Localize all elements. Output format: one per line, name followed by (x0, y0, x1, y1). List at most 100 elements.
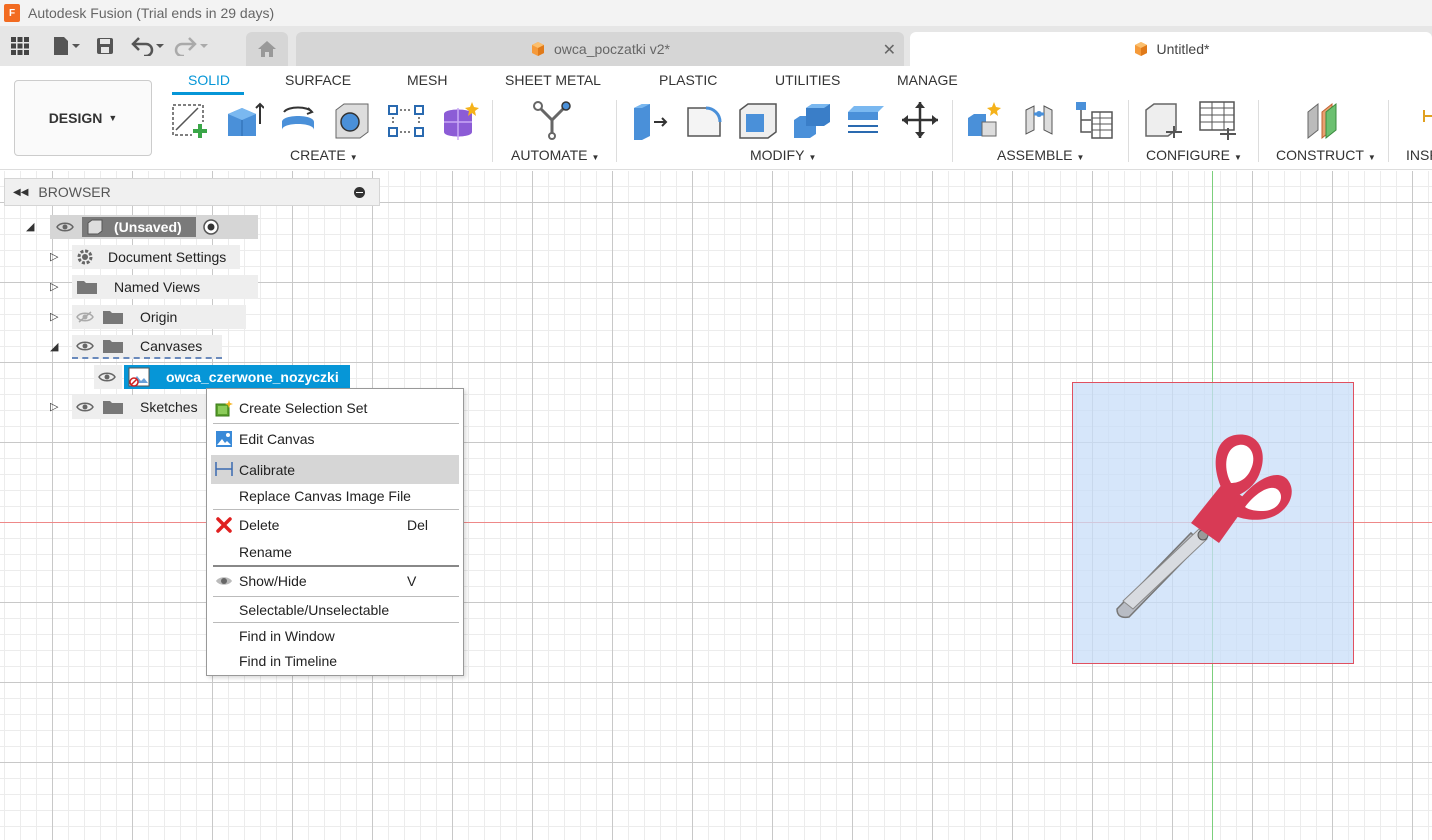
scissors-icon (1116, 434, 1292, 619)
quick-access-toolbar (0, 26, 210, 66)
folder-icon (103, 401, 123, 414)
expand-triangle-icon[interactable]: ▷ (50, 311, 60, 323)
expand-triangle-icon[interactable]: ▷ (50, 251, 60, 263)
fusion-logo-icon: F (4, 4, 20, 22)
minimize-panel-icon[interactable] (354, 187, 365, 198)
hole-icon[interactable] (332, 100, 372, 140)
root-node: (Unsaved) (50, 215, 258, 239)
offset-plane-icon[interactable] (1304, 100, 1344, 140)
create-menu[interactable]: CREATE ▼ (290, 147, 358, 163)
browser-item-label: Sketches (140, 399, 198, 415)
revolve-icon[interactable] (278, 100, 318, 140)
joint-icon[interactable] (1020, 100, 1060, 140)
root-label-block: (Unsaved) (82, 217, 196, 237)
menu-item-replace-canvas-image[interactable]: Replace Canvas Image File (211, 483, 459, 509)
undo-button[interactable] (130, 32, 166, 60)
replace-face-icon[interactable] (846, 100, 886, 140)
eye-icon[interactable] (56, 221, 74, 233)
eye-icon[interactable] (76, 340, 94, 352)
combine-icon[interactable] (792, 100, 832, 140)
browser-panel-header[interactable]: ◀◀ BROWSER (4, 178, 380, 206)
chevron-down-icon: ▼ (349, 153, 358, 162)
eye-icon[interactable] (98, 371, 116, 383)
canvases-node: Canvases (72, 335, 222, 359)
data-panel-button[interactable] (10, 32, 30, 60)
measure-icon[interactable] (1420, 100, 1432, 140)
expand-triangle-icon[interactable]: ▷ (50, 281, 60, 293)
eye-icon[interactable] (76, 401, 94, 413)
pattern-icon[interactable] (386, 100, 426, 140)
inspect-menu[interactable]: INSP (1406, 147, 1432, 163)
chevron-down-icon: ▼ (591, 153, 600, 162)
move-copy-icon[interactable] (900, 100, 940, 140)
create-sketch-icon[interactable] (170, 100, 210, 140)
fillet-icon[interactable] (684, 100, 724, 140)
modify-menu[interactable]: MODIFY ▼ (750, 147, 816, 163)
eye-hidden-icon[interactable] (76, 311, 94, 323)
tab-solid[interactable]: SOLID (188, 72, 230, 88)
chevron-down-icon: ▼ (808, 153, 817, 162)
activate-radio-icon[interactable] (202, 218, 220, 236)
document-settings-node: Document Settings (72, 245, 240, 269)
browser-item-label: owca_czerwone_nozyczki (166, 369, 339, 385)
undo-icon (131, 37, 164, 56)
menu-item-delete[interactable]: Delete Del (211, 512, 459, 538)
document-tab-untitled[interactable]: Untitled* (910, 32, 1432, 66)
configuration-table-icon[interactable] (1198, 100, 1238, 140)
shell-icon[interactable] (738, 100, 778, 140)
menu-item-rename[interactable]: Rename (211, 539, 459, 565)
expand-triangle-icon[interactable]: ▷ (50, 401, 60, 413)
menu-item-find-in-window[interactable]: Find in Window (211, 623, 459, 649)
automate-icon[interactable] (532, 100, 572, 140)
press-pull-icon[interactable] (630, 100, 670, 140)
grid-icon (11, 37, 29, 55)
canvas-image-scissors[interactable] (1072, 382, 1354, 664)
browser-item-label: Origin (140, 309, 178, 325)
menu-item-create-selection-set[interactable]: Create Selection Set (211, 395, 459, 421)
canvas-eye-wrap (94, 365, 122, 389)
ribbon-divider (952, 100, 953, 162)
sketches-node: Sketches (72, 395, 206, 419)
menu-item-show-hide[interactable]: Show/Hide V (211, 568, 459, 594)
orange-cube-icon (1134, 42, 1147, 56)
form-icon[interactable] (440, 100, 480, 140)
save-button[interactable] (96, 32, 114, 60)
close-icon[interactable]: ✕ (883, 40, 896, 60)
tab-utilities[interactable]: UTILITIES (775, 72, 840, 88)
file-menu-button[interactable] (52, 32, 82, 60)
configure-icon[interactable] (1144, 100, 1184, 140)
new-component-icon[interactable] (966, 100, 1006, 140)
tab-plastic[interactable]: PLASTIC (659, 72, 717, 88)
chevron-down-icon: ▼ (108, 113, 118, 123)
assemble-menu[interactable]: ASSEMBLE ▼ (997, 147, 1084, 163)
tab-mesh[interactable]: MESH (407, 72, 447, 88)
bill-of-materials-icon[interactable] (1074, 100, 1114, 140)
menu-item-label: Delete (239, 517, 280, 533)
tab-manage[interactable]: MANAGE (897, 72, 958, 88)
collapse-triangle-icon[interactable]: ◢ (50, 341, 60, 353)
menu-separator (213, 565, 459, 567)
automate-menu[interactable]: AUTOMATE ▼ (511, 147, 599, 163)
menu-separator (213, 423, 459, 424)
workspace-switcher-button[interactable]: DESIGN ▼ (14, 80, 152, 156)
delete-icon (216, 517, 232, 533)
collapse-panel-icon[interactable]: ◀◀ (13, 187, 28, 198)
menu-item-edit-canvas[interactable]: Edit Canvas (211, 426, 459, 452)
document-tab-label: owca_poczatki v2* (554, 41, 670, 57)
configure-menu[interactable]: CONFIGURE ▼ (1146, 147, 1242, 163)
extrude-icon[interactable] (224, 100, 264, 140)
canvas-image-icon (128, 367, 150, 387)
collapse-triangle-icon[interactable]: ◢ (26, 221, 36, 233)
edit-canvas-icon (216, 431, 232, 447)
tab-sheet-metal[interactable]: SHEET METAL (505, 72, 601, 88)
menu-item-selectable-unselectable[interactable]: Selectable/Unselectable (211, 597, 459, 623)
redo-button[interactable] (174, 32, 210, 60)
menu-item-find-in-timeline[interactable]: Find in Timeline (211, 648, 459, 674)
menu-item-shortcut: V (407, 573, 417, 589)
tab-surface[interactable]: SURFACE (285, 72, 351, 88)
home-tab[interactable] (246, 32, 288, 66)
menu-item-calibrate[interactable]: Calibrate (211, 455, 459, 484)
document-tab-owca[interactable]: owca_poczatki v2* ✕ (296, 32, 904, 66)
construct-menu[interactable]: CONSTRUCT ▼ (1276, 147, 1376, 163)
root-label: (Unsaved) (114, 219, 182, 235)
